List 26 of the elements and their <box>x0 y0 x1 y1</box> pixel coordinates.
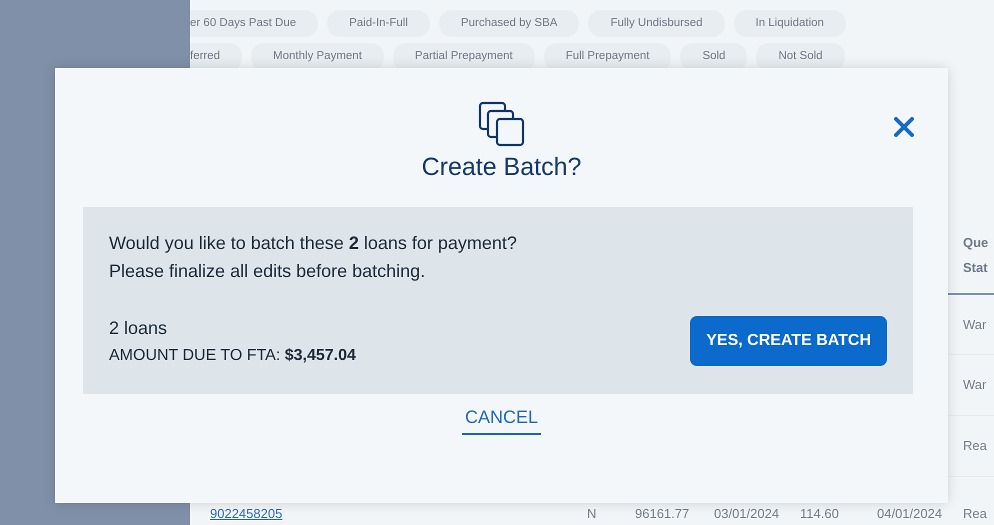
table-cell-text: 03/01/2024 <box>713 505 780 523</box>
table-cell-text: 96161.77 <box>634 505 690 523</box>
dialog-title: Create Batch? <box>422 152 582 183</box>
create-batch-button[interactable]: YES, CREATE BATCH <box>690 316 887 366</box>
table-cell-text: 114.60 <box>799 505 840 523</box>
cancel-link[interactable]: CANCEL <box>462 404 542 436</box>
filter-chip[interactable]: Purchased by SBA <box>438 10 580 38</box>
table-cell: Rea <box>953 476 994 525</box>
filter-chip[interactable]: Paid-In-Full <box>327 10 430 38</box>
close-icon <box>893 116 915 138</box>
close-button[interactable] <box>893 116 915 138</box>
amount-due: AMOUNT DUE TO FTA: $3,457.04 <box>109 346 356 366</box>
table-cell-text: N <box>586 505 598 523</box>
filter-chip[interactable]: Fully Undisbursed <box>588 10 724 38</box>
table-cell: War <box>953 294 994 354</box>
filter-chip[interactable]: er 60 Days Past Due <box>190 10 318 38</box>
table-cell: War <box>953 354 994 416</box>
table-cell: 04/01/2024 <box>867 476 953 525</box>
message-text: Would you like to batch these 2 loans for payment? <box>109 232 518 255</box>
filter-chip[interactable]: In Liquidation <box>734 10 846 38</box>
copies-icon <box>478 101 526 147</box>
loan-link[interactable]: 9022458205 <box>210 506 282 521</box>
note-text: Please finalize all edits before batching. <box>109 260 426 284</box>
loan-count: 2 loans <box>109 317 168 340</box>
table-cell: Rea <box>953 416 994 476</box>
column-header[interactable]: Que Stat <box>953 218 994 294</box>
